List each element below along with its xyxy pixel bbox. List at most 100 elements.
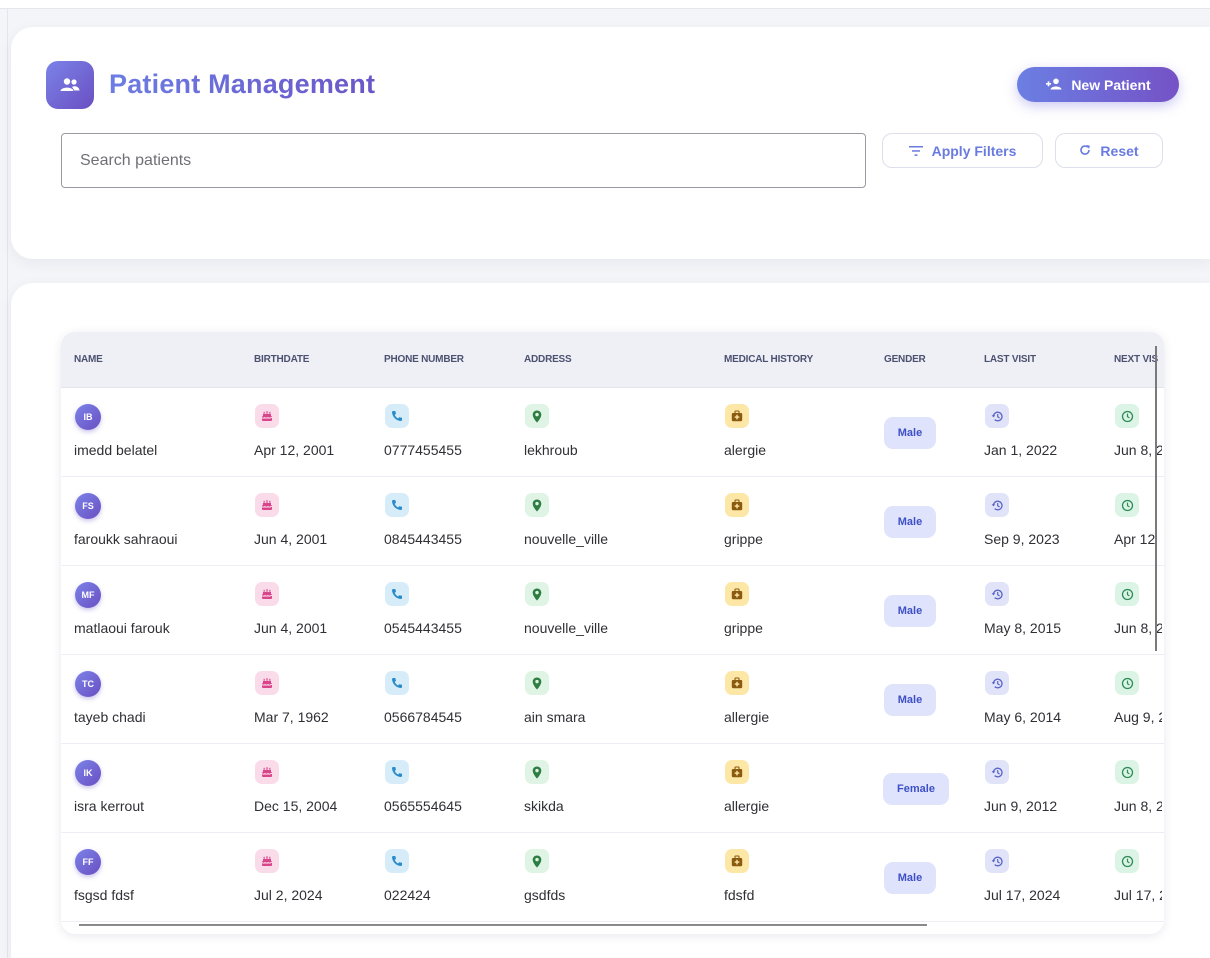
person-add-icon [1045, 77, 1063, 93]
cell-address: skikda [524, 798, 564, 814]
column-header-name[interactable]: NAME [74, 354, 103, 365]
patients-table: NAME BIRTHDATE PHONE NUMBER ADDRESS MEDI… [61, 332, 1164, 934]
cell-address: nouvelle_ville [524, 620, 609, 636]
medical-kit-icon [725, 493, 749, 517]
location-pin-icon [525, 849, 549, 873]
clock-icon [1115, 404, 1139, 428]
cell-birthdate: Jun 4, 2001 [254, 531, 328, 547]
cell-history: fdsfd [724, 887, 755, 903]
table-row[interactable]: TC tayeb chadi Mar 7, 1962 0566784545 ain sm… [61, 655, 1164, 744]
reset-label: Reset [1100, 142, 1139, 159]
search-input[interactable] [61, 133, 866, 188]
gender-badge: Male [884, 684, 936, 716]
avatar: TC [75, 671, 101, 697]
column-header-gender[interactable]: GENDER [884, 354, 926, 365]
cell-last-visit: Jun 9, 2012 [984, 798, 1058, 814]
table-header: NAME BIRTHDATE PHONE NUMBER ADDRESS MEDI… [61, 332, 1164, 388]
column-header-last-visit[interactable]: LAST VISIT [984, 354, 1036, 365]
history-icon [985, 404, 1009, 428]
column-header-birthdate[interactable]: BIRTHDATE [254, 354, 309, 365]
cell-phone: 0566784545 [384, 709, 462, 725]
cell-name: imedd belatel [74, 442, 158, 458]
cell-name: faroukk sahraoui [74, 531, 178, 547]
cell-birthdate: Jun 4, 2001 [254, 620, 328, 636]
gender-badge: Male [884, 595, 936, 627]
clock-icon [1115, 493, 1139, 517]
birthday-cake-icon [255, 493, 279, 517]
cell-history: allergie [724, 798, 770, 814]
phone-icon [385, 671, 409, 695]
birthday-cake-icon [255, 671, 279, 695]
birthday-cake-icon [255, 849, 279, 873]
table-row[interactable]: FS faroukk sahraoui Jun 4, 2001 0845443455 n… [61, 477, 1164, 566]
cell-last-visit: Sep 9, 2023 [984, 531, 1060, 547]
phone-icon [385, 849, 409, 873]
cell-birthdate: Mar 7, 1962 [254, 709, 329, 725]
phone-icon [385, 493, 409, 517]
birthday-cake-icon [255, 582, 279, 606]
apply-filters-button[interactable]: Apply Filters [882, 133, 1043, 168]
cell-last-visit: May 8, 2015 [984, 620, 1062, 636]
clock-icon [1115, 760, 1139, 784]
cell-history: grippe [724, 620, 763, 636]
cell-birthdate: Jul 2, 2024 [254, 887, 323, 903]
history-icon [985, 849, 1009, 873]
phone-icon [385, 582, 409, 606]
cell-phone: 0565554645 [384, 798, 462, 814]
history-icon [985, 760, 1009, 784]
page-title: Patient Management [109, 69, 376, 99]
cell-name: matlaoui farouk [74, 620, 170, 636]
cell-history: allergie [724, 709, 770, 725]
left-edge [7, 9, 8, 958]
table-row[interactable]: IB imedd belatel Apr 12, 2001 0777455455 lek… [61, 388, 1164, 477]
filter-lines-icon [908, 143, 923, 159]
new-patient-button[interactable]: New Patient [1017, 67, 1179, 102]
cell-next-visit: Aug 9, 2 [1114, 709, 1162, 725]
phone-icon [385, 404, 409, 428]
birthday-cake-icon [255, 404, 279, 428]
column-header-phone[interactable]: PHONE NUMBER [384, 354, 464, 365]
location-pin-icon [525, 493, 549, 517]
gender-badge: Male [884, 417, 936, 449]
refresh-icon [1079, 143, 1091, 159]
history-icon [985, 582, 1009, 606]
vertical-scrollbar[interactable] [1155, 346, 1157, 651]
history-icon [985, 493, 1009, 517]
location-pin-icon [525, 582, 549, 606]
cell-last-visit: Jan 1, 2022 [984, 442, 1058, 458]
medical-kit-icon [725, 404, 749, 428]
column-header-address[interactable]: ADDRESS [524, 354, 572, 365]
cell-address: lekhroub [524, 442, 578, 458]
avatar: FF [75, 849, 101, 875]
cell-phone: 0777455455 [384, 442, 462, 458]
column-header-medical-history[interactable]: MEDICAL HISTORY [724, 354, 813, 365]
cell-name: isra kerrout [74, 798, 145, 814]
clock-icon [1115, 849, 1139, 873]
reset-button[interactable]: Reset [1055, 133, 1163, 168]
cell-phone: 022424 [384, 887, 431, 903]
table-row[interactable]: IK isra kerrout Dec 15, 2004 0565554645 skik… [61, 744, 1164, 833]
cell-phone: 0845443455 [384, 531, 462, 547]
cell-next-visit: Jun 8, 2 [1114, 798, 1162, 814]
cell-next-visit: Jul 17, 2 [1114, 887, 1162, 903]
clock-icon [1115, 671, 1139, 695]
medical-kit-icon [725, 671, 749, 695]
avatar: MF [75, 582, 101, 608]
column-header-next-visit[interactable]: NEXT VIS [1114, 354, 1158, 365]
gender-badge: Male [884, 506, 936, 538]
cell-last-visit: May 6, 2014 [984, 709, 1062, 725]
apply-filters-label: Apply Filters [931, 142, 1017, 159]
location-pin-icon [525, 760, 549, 784]
table-row[interactable]: MF matlaoui farouk Jun 4, 2001 0545443455 no… [61, 566, 1164, 655]
avatar: IK [75, 760, 101, 786]
medical-kit-icon [725, 849, 749, 873]
cell-history: alergie [724, 442, 767, 458]
avatar: IB [75, 404, 101, 430]
avatar: FS [75, 493, 101, 519]
table-row[interactable]: FF fsgsd fdsf Jul 2, 2024 022424 gsdfds fdsfd… [61, 833, 1164, 922]
horizontal-scrollbar[interactable] [79, 924, 927, 926]
medical-kit-icon [725, 760, 749, 784]
new-patient-label: New Patient [1071, 76, 1151, 93]
location-pin-icon [525, 671, 549, 695]
medical-kit-icon [725, 582, 749, 606]
